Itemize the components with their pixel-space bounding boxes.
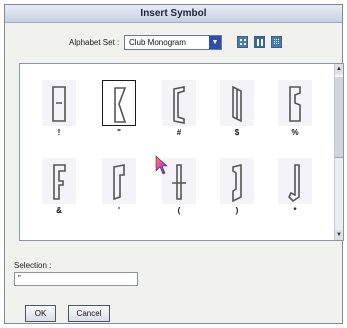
symbol-glyph[interactable]: [278, 158, 312, 204]
symbol-glyph[interactable]: [278, 80, 312, 126]
monogram-glyph-icon: [114, 87, 127, 123]
alphabet-set-label: Alphabet Set :: [69, 38, 120, 47]
symbol-caption: ": [117, 128, 121, 137]
symbol-cell[interactable]: ': [102, 158, 136, 218]
symbol-caption: %: [291, 128, 299, 137]
symbol-caption: #: [176, 128, 182, 137]
symbol-cell[interactable]: %: [278, 80, 312, 140]
dialog-title: Insert Symbol: [5, 5, 342, 23]
monogram-glyph-icon: [289, 86, 301, 122]
symbol-cell[interactable]: #: [162, 80, 196, 140]
symbol-caption: $: [234, 128, 240, 137]
symbol-caption: ): [235, 206, 239, 215]
alphabet-set-value: Club Monogram: [129, 38, 186, 47]
cancel-button[interactable]: Cancel: [68, 305, 110, 322]
monogram-glyph-icon: [52, 86, 66, 122]
symbol-grid[interactable]: ! " # $% & ' () * ▲ ▼: [19, 63, 344, 241]
symbol-glyph[interactable]: [42, 158, 76, 204]
symbol-cell[interactable]: $: [220, 80, 254, 140]
vertical-scrollbar[interactable]: ▲ ▼: [334, 64, 343, 240]
grid-large-icon[interactable]: [237, 36, 248, 48]
chevron-down-icon[interactable]: ▼: [209, 36, 221, 49]
symbol-caption: !: [57, 128, 61, 137]
monogram-glyph-icon: [172, 164, 186, 200]
grid-small-icon[interactable]: [271, 36, 282, 48]
selection-label: Selection :: [14, 261, 52, 270]
symbol-glyph[interactable]: [102, 80, 136, 126]
monogram-glyph-icon: [232, 85, 242, 123]
alphabet-set-row: Alphabet Set : Club Monogram ▼: [5, 35, 342, 51]
ok-button[interactable]: OK: [25, 305, 56, 322]
symbol-glyph[interactable]: [162, 80, 196, 126]
insert-symbol-dialog: Insert Symbol Alphabet Set : Club Monogr…: [4, 4, 344, 324]
scroll-thumb[interactable]: [335, 76, 343, 158]
monogram-glyph-icon: [53, 164, 66, 200]
scroll-up-icon[interactable]: ▲: [335, 64, 343, 74]
symbol-glyph[interactable]: [220, 158, 254, 204]
symbol-cell[interactable]: &: [42, 158, 76, 218]
monogram-glyph-icon: [173, 86, 185, 124]
symbol-cell[interactable]: ): [220, 158, 254, 218]
symbol-caption: *: [293, 206, 297, 215]
symbol-cell[interactable]: !: [42, 80, 76, 140]
symbol-cell[interactable]: ": [102, 80, 136, 140]
monogram-glyph-icon: [288, 164, 300, 203]
grid-columns-icon[interactable]: [254, 36, 265, 48]
mouse-cursor-icon: [155, 155, 168, 175]
symbol-caption: (: [177, 206, 181, 215]
symbol-glyph[interactable]: [102, 158, 136, 204]
scroll-down-icon[interactable]: ▼: [335, 230, 343, 240]
symbol-glyph[interactable]: [42, 80, 76, 126]
symbol-cell[interactable]: *: [278, 158, 312, 218]
symbol-caption: &: [56, 206, 62, 215]
alphabet-set-dropdown[interactable]: Club Monogram ▼: [124, 35, 222, 50]
symbol-glyph[interactable]: [220, 80, 254, 126]
symbol-caption: ': [118, 206, 120, 215]
selection-field[interactable]: ": [14, 272, 138, 286]
monogram-glyph-icon: [232, 163, 242, 203]
monogram-glyph-icon: [113, 164, 125, 201]
